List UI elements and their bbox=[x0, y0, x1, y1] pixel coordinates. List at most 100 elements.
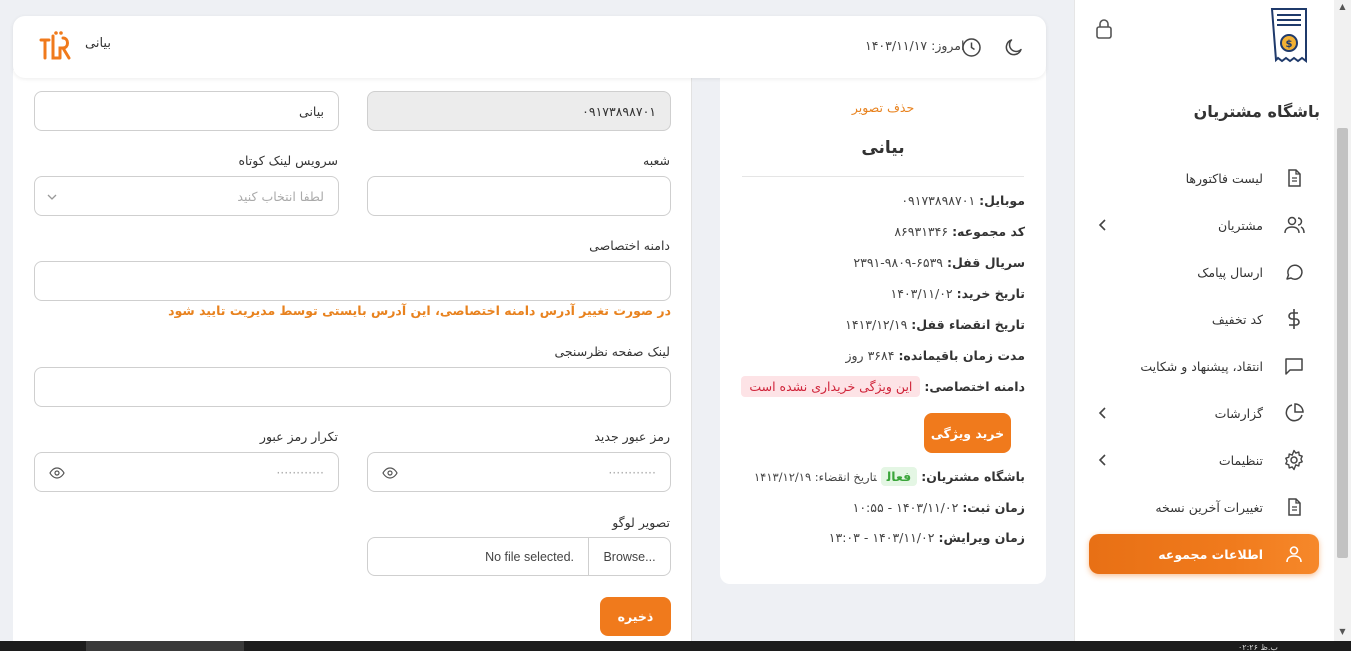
mobile-value: ۰۹۱۷۳۸۹۸۷۰۱ bbox=[582, 103, 656, 119]
name-field[interactable]: بیانی bbox=[34, 91, 339, 131]
info-key: سریال قفل: bbox=[947, 255, 1025, 270]
top-bar: امروز: ۱۴۰۳/۱۱/۱۷ بیانی bbox=[13, 16, 1046, 78]
info-key: مدت زمان باقیمانده: bbox=[898, 348, 1025, 363]
sidebar-item-discount[interactable]: کد تخفیف bbox=[1089, 299, 1319, 339]
info-key: باشگاه مشتریان: bbox=[921, 469, 1025, 484]
taskbar-active-app[interactable] bbox=[86, 641, 244, 651]
password-placeholder: ············ bbox=[276, 464, 324, 480]
info-purchase-date: تاریخ خرید:۱۴۰۳/۱۱/۰۲ bbox=[891, 286, 1025, 301]
sidebar-item-label: لیست فاکتورها bbox=[1185, 170, 1263, 186]
branch-field[interactable] bbox=[367, 176, 671, 216]
info-key: کد مجموعه: bbox=[952, 224, 1025, 239]
info-mobile: موبایل:۰۹۱۷۳۸۹۸۷۰۱ bbox=[901, 193, 1025, 208]
logo-label: تصویر لوگو bbox=[612, 515, 670, 530]
survey-link-field[interactable] bbox=[34, 367, 671, 407]
sidebar-item-changelog[interactable]: تغییرات آخرین نسخه bbox=[1089, 487, 1319, 527]
info-lock-expire: تاریخ انقضاء قفل:۱۴۱۳/۱۲/۱۹ bbox=[845, 317, 1025, 332]
page-scrollbar[interactable]: ▲ ▼ bbox=[1334, 0, 1351, 641]
info-edited: زمان ویرایش:۱۴۰۳/۱۱/۰۲ - ۱۳:۰۳ bbox=[829, 530, 1025, 545]
info-value: ۱۴۰۳/۱۱/۰۲ - ۱۰:۵۵ bbox=[852, 500, 959, 515]
info-remaining: مدت زمان باقیمانده:۳۶۸۴ روز bbox=[845, 348, 1025, 363]
info-value: ۸۶۹۳۱۳۴۶ bbox=[894, 224, 949, 239]
domain-label: دامنه اختصاصی bbox=[589, 238, 670, 253]
name-value: بیانی bbox=[299, 103, 324, 119]
sidebar-item-label: ارسال پیامک bbox=[1197, 264, 1263, 280]
sidebar-item-invoices[interactable]: لیست فاکتورها bbox=[1089, 158, 1319, 198]
sidebar-item-reports[interactable]: گزارشات bbox=[1089, 393, 1319, 433]
svg-text:$: $ bbox=[1286, 39, 1293, 50]
chevron-left-icon bbox=[1098, 219, 1106, 231]
scrollbar-thumb[interactable] bbox=[1337, 128, 1348, 558]
repeat-password-label: تکرار رمز عبور bbox=[259, 429, 338, 444]
info-key: زمان ثبت: bbox=[962, 500, 1025, 515]
domain-field[interactable] bbox=[34, 261, 671, 301]
buy-feature-button[interactable]: خرید ویژگی bbox=[924, 413, 1011, 453]
not-purchased-badge: این ویژگی خریداری نشده است bbox=[741, 376, 921, 397]
eye-icon[interactable] bbox=[49, 465, 65, 481]
moon-icon[interactable] bbox=[1004, 37, 1024, 57]
scroll-up-arrow[interactable]: ▲ bbox=[1334, 2, 1351, 11]
pie-chart-icon bbox=[1283, 402, 1305, 424]
status-badge: فعال bbox=[880, 467, 918, 486]
save-button[interactable]: ذخیره bbox=[600, 597, 671, 636]
message-square-icon bbox=[1283, 355, 1305, 377]
info-customer-club: باشگاه مشتریان:فعالتاریخ انقضاء: ۱۴۱۳/۱۲… bbox=[753, 467, 1025, 486]
sidebar-item-settings[interactable]: تنظیمات bbox=[1089, 440, 1319, 480]
dollar-icon bbox=[1283, 308, 1305, 330]
sidebar-item-label: انتقاد، پیشنهاد و شکایت bbox=[1140, 358, 1263, 374]
info-key: موبایل: bbox=[979, 193, 1025, 208]
gear-icon bbox=[1283, 449, 1305, 471]
brand-name: بیانی bbox=[85, 36, 111, 51]
sidebar-item-feedback[interactable]: انتقاد، پیشنهاد و شکایت bbox=[1089, 346, 1319, 386]
company-info-card: حذف تصویر بیانی موبایل:۰۹۱۷۳۸۹۸۷۰۱ کد مج… bbox=[720, 60, 1046, 584]
mobile-field[interactable]: ۰۹۱۷۳۸۹۸۷۰۱ bbox=[367, 91, 671, 131]
chevron-down-icon bbox=[47, 194, 57, 200]
shortlink-placeholder: لطفا انتخاب کنید bbox=[237, 188, 324, 204]
chevron-left-icon bbox=[1098, 454, 1106, 466]
company-form: ۰۹۱۷۳۸۹۸۷۰۱ بیانی شعبه سرویس لینک کوتاه … bbox=[13, 70, 692, 641]
info-key: تاریخ انقضاء قفل: bbox=[911, 317, 1025, 332]
sidebar-item-label: اطلاعات مجموعه bbox=[1158, 546, 1263, 562]
eye-icon[interactable] bbox=[382, 465, 398, 481]
info-company-code: کد مجموعه:۸۶۹۳۱۳۴۶ bbox=[894, 224, 1025, 239]
info-value: ۱۴۰۳/۱۱/۰۲ - ۱۳:۰۳ bbox=[828, 530, 935, 545]
divider bbox=[742, 176, 1024, 177]
sidebar-item-company-info[interactable]: اطلاعات مجموعه bbox=[1089, 534, 1319, 574]
logo-file-input[interactable]: Browse... No file selected. bbox=[367, 537, 671, 576]
info-value: ۶۵۳۹-۹۸۰۹-۲۳۹۱ bbox=[853, 255, 943, 270]
users-icon bbox=[1283, 214, 1305, 236]
new-password-field[interactable]: ············ bbox=[367, 452, 671, 492]
scroll-down-arrow[interactable]: ▼ bbox=[1334, 627, 1351, 636]
info-value: ۳۶۸۴ روز bbox=[845, 348, 895, 363]
info-value: تاریخ انقضاء: ۱۴۱۳/۱۲/۱۹ bbox=[753, 470, 877, 484]
new-password-label: رمز عبور جدید bbox=[594, 429, 670, 444]
document-icon bbox=[1283, 167, 1305, 189]
today-date: امروز: ۱۴۰۳/۱۱/۱۷ bbox=[865, 38, 964, 53]
user-icon bbox=[1283, 543, 1305, 565]
browse-button[interactable]: Browse... bbox=[588, 538, 670, 575]
info-value: ۱۴۱۳/۱۲/۱۹ bbox=[845, 317, 908, 332]
club-title: باشگاه مشتریان bbox=[1193, 102, 1320, 121]
branch-label: شعبه bbox=[643, 153, 670, 168]
info-registered: زمان ثبت:۱۴۰۳/۱۱/۰۲ - ۱۰:۵۵ bbox=[853, 500, 1025, 515]
document-icon bbox=[1283, 496, 1305, 518]
shortlink-label: سرویس لینک کوتاه bbox=[238, 153, 338, 168]
shortlink-select[interactable]: لطفا انتخاب کنید bbox=[34, 176, 339, 216]
receipt-logo-icon: $ bbox=[1270, 8, 1307, 63]
sidebar-item-label: مشتریان bbox=[1218, 217, 1263, 233]
repeat-password-field[interactable]: ············ bbox=[34, 452, 339, 492]
lock-icon[interactable] bbox=[1094, 18, 1114, 40]
info-key: دامنه اختصاصی: bbox=[924, 379, 1025, 394]
sidebar-item-label: کد تخفیف bbox=[1211, 311, 1263, 327]
brand-logo-icon bbox=[39, 31, 71, 60]
sidebar-item-label: تنظیمات bbox=[1218, 452, 1263, 468]
sidebar-item-sms[interactable]: ارسال پیامک bbox=[1089, 252, 1319, 292]
chevron-left-icon bbox=[1098, 407, 1106, 419]
delete-image-link[interactable]: حذف تصویر bbox=[720, 100, 1046, 115]
sidebar-item-label: تغییرات آخرین نسخه bbox=[1155, 499, 1263, 515]
sidebar-item-label: گزارشات bbox=[1214, 405, 1263, 421]
info-key: زمان ویرایش: bbox=[938, 530, 1025, 545]
sidebar-item-customers[interactable]: مشتریان bbox=[1089, 205, 1319, 245]
info-value: ۰۹۱۷۳۸۹۸۷۰۱ bbox=[901, 193, 976, 208]
file-status: No file selected. bbox=[485, 549, 574, 564]
